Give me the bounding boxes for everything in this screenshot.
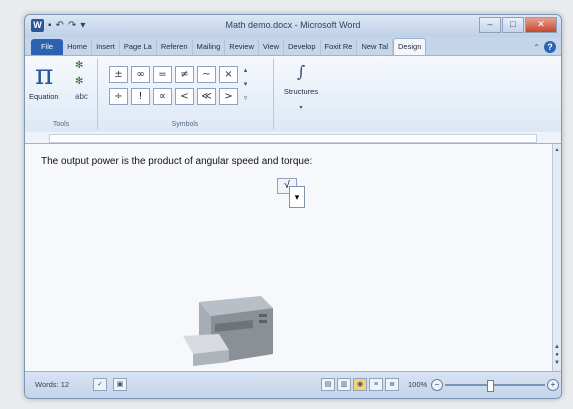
proofing-icon[interactable]: ✓ [93,378,107,391]
zoom-out-icon[interactable]: − [431,379,443,391]
symbol-tilde[interactable]: ~ [197,66,216,83]
tab-view[interactable]: View [259,39,284,55]
document-paragraph[interactable]: The output power is the product of angul… [41,156,312,167]
symbol-factorial[interactable]: ! [131,88,150,105]
symbol-much-less-than[interactable]: ≪ [197,88,216,105]
symbol-proportional[interactable]: ∝ [153,88,172,105]
group-symbols: ± ∞ = ≠ ~ × ÷ ! ∝ < ≪ > ▴ ▾ ▿ Symbols [97,58,274,130]
normal-text-icon[interactable]: abc [75,92,89,104]
tab-references[interactable]: Referen [157,39,193,55]
group-tools: π Equation ✻ ✻ abc Tools [25,58,98,130]
word-window: W ▪ ↶ ↷ ▾ Math demo.docx - Microsoft Wor… [24,14,562,399]
document-area[interactable]: The output power is the product of angul… [25,144,553,371]
word-count[interactable]: Words: 12 [35,380,69,389]
symbol-not-equal[interactable]: ≠ [175,66,194,83]
symbol-plus-minus[interactable]: ± [109,66,128,83]
print-layout-view-icon[interactable]: ▤ [321,378,335,391]
title-bar: W ▪ ↶ ↷ ▾ Math demo.docx - Microsoft Wor… [25,15,561,37]
draft-view-icon[interactable]: ≣ [385,378,399,391]
ribbon-tabs: File Home Insert Page La Referen Mailing… [25,37,561,55]
zoom-slider-handle[interactable] [487,380,494,392]
tab-foxit-reader[interactable]: Foxit Re [321,39,358,55]
vertical-scrollbar[interactable]: ▴ ▲ ● ▼ [552,144,561,371]
symbols-scroll-up-icon[interactable]: ▴ [241,66,250,75]
tab-new-tab[interactable]: New Tal [357,39,394,55]
tab-review[interactable]: Review [225,39,259,55]
structures-dropdown-icon: ▾ [299,105,303,111]
maximize-icon[interactable]: □ [502,17,524,33]
symbols-group-label: Symbols [171,121,199,128]
equation-placeholder[interactable]: √ ▾ [277,178,307,208]
status-bar: Words: 12 ✓ ▣ ▤ ▥ ◉ ≡ ≣ 100% − + [25,371,561,398]
tab-mailings[interactable]: Mailing [193,39,226,55]
tab-home[interactable]: Home [63,39,93,55]
tab-insert[interactable]: Insert [92,39,120,55]
symbol-infinity[interactable]: ∞ [131,66,150,83]
professional-format-icon[interactable]: ✻ [75,60,89,72]
tools-group-label: Tools [52,121,70,128]
structures-icon: ∫ [296,62,306,81]
browse-object-icon[interactable]: ● [553,352,561,358]
web-layout-view-icon[interactable]: ◉ [353,378,367,391]
equation-button[interactable]: Equation [29,92,59,101]
symbols-more-icon[interactable]: ▿ [241,94,250,103]
window-controls: – □ ✕ [479,17,557,33]
tab-developer[interactable]: Develop [284,39,321,55]
close-icon[interactable]: ✕ [525,17,557,33]
tab-page-layout[interactable]: Page La [120,39,157,55]
ribbon: π Equation ✻ ✻ abc Tools ± ∞ = ≠ ~ × ÷ !… [25,55,561,133]
structures-button[interactable]: ∫ Structures ▾ [281,62,321,112]
equation-content-box[interactable]: ▾ [289,186,305,208]
minimize-icon[interactable]: – [479,17,501,33]
horizontal-ruler[interactable] [25,132,561,144]
symbol-greater-than[interactable]: > [219,88,238,105]
tab-design[interactable]: Design [393,38,427,55]
next-page-icon[interactable]: ▼ [553,360,561,366]
zoom-slider[interactable] [445,384,545,386]
full-screen-view-icon[interactable]: ▥ [337,378,351,391]
scroll-up-icon[interactable]: ▴ [553,146,561,153]
structures-label: Structures [283,87,319,96]
tab-file[interactable]: File [31,39,64,55]
linear-format-icon[interactable]: ✻ [75,76,89,88]
macro-record-icon[interactable]: ▣ [113,378,127,391]
help-icon[interactable]: ? [544,41,556,53]
symbol-times[interactable]: × [219,66,238,83]
symbols-scroll-down-icon[interactable]: ▾ [241,80,250,89]
symbol-equals[interactable]: = [153,66,172,83]
outline-view-icon[interactable]: ≡ [369,378,383,391]
prev-page-icon[interactable]: ▲ [553,344,561,350]
printer-image [183,296,273,366]
minimize-ribbon-icon[interactable]: ⌃ [533,43,540,52]
pi-equation-icon[interactable]: π [35,58,53,91]
tab-bar-icons: ⌃ ? [533,39,561,55]
zoom-level[interactable]: 100% [408,380,427,389]
zoom-in-icon[interactable]: + [547,379,559,391]
ruler-track [49,134,537,143]
symbol-divide[interactable]: ÷ [109,88,128,105]
symbol-less-than[interactable]: < [175,88,194,105]
